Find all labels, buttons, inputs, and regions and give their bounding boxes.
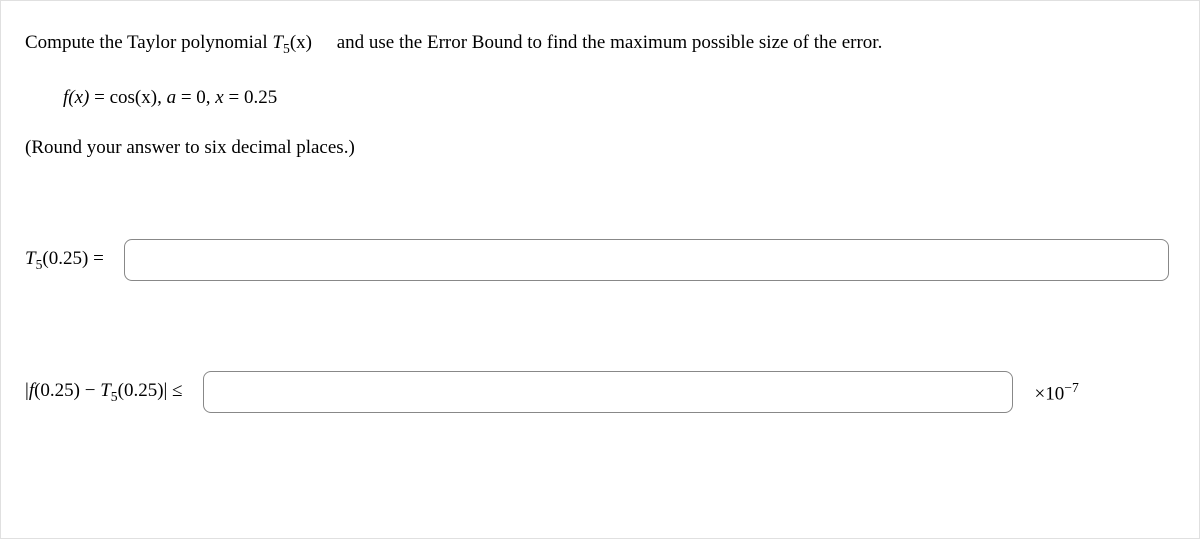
poly-sub: 5	[283, 41, 290, 56]
error-times: ×10	[1035, 383, 1065, 404]
error-arg1: (0.25) −	[34, 380, 100, 401]
poly-symbol: T5(x)	[272, 32, 332, 53]
formula-eq2: = 0,	[176, 87, 215, 108]
formula-definition: f(x) = cos(x), a = 0, x = 0.25	[63, 87, 1175, 109]
taylor-base: T	[25, 248, 36, 269]
formula-eq3: = 0.25	[224, 87, 277, 108]
answer-row-error: |f(0.25) − T5(0.25)| ≤ ×10−7	[25, 371, 1175, 413]
prompt-prefix: Compute the Taylor polynomial	[25, 32, 272, 53]
taylor-arg: (0.25) =	[42, 248, 103, 269]
error-exponent: −7	[1064, 380, 1079, 395]
error-suffix: ×10−7	[1013, 380, 1079, 405]
answer-row-taylor: T5(0.25) =	[25, 239, 1175, 281]
formula-x: x	[215, 87, 223, 108]
error-label: |f(0.25) − T5(0.25)| ≤	[25, 380, 203, 405]
formula-lhs: f(x)	[63, 87, 89, 108]
poly-arg: (x)	[290, 32, 312, 53]
rounding-instruction: (Round your answer to six decimal places…	[25, 137, 1175, 159]
error-arg2: (0.25)| ≤	[118, 380, 183, 401]
formula-a: a	[167, 87, 177, 108]
formula-eq1: =	[89, 87, 109, 108]
prompt-suffix: and use the Error Bound to find the maxi…	[332, 32, 882, 53]
poly-base: T	[272, 32, 283, 53]
error-Tsub: 5	[111, 389, 118, 404]
formula-cos-arg: (x),	[135, 87, 167, 108]
error-value-input[interactable]	[203, 371, 1013, 413]
taylor-label: T5(0.25) =	[25, 248, 124, 273]
formula-cos: cos	[110, 87, 135, 108]
question-prompt: Compute the Taylor polynomial T5(x) and …	[25, 29, 1175, 59]
taylor-value-input[interactable]	[124, 239, 1169, 281]
error-T: T	[100, 380, 111, 401]
